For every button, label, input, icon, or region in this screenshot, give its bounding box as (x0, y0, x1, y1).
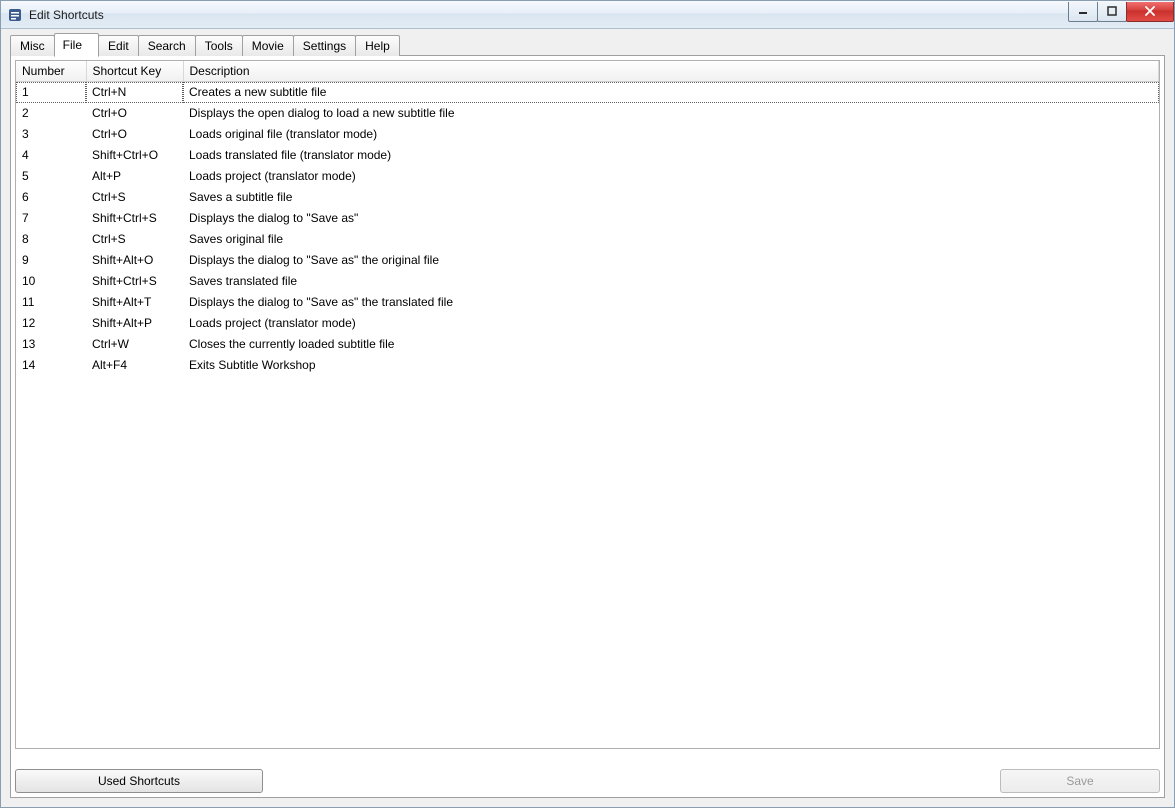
cell-description: Displays the open dialog to load a new s… (183, 103, 1159, 124)
col-header-number[interactable]: Number (16, 61, 86, 82)
close-button[interactable] (1126, 2, 1174, 22)
cell-key: Shift+Alt+O (86, 250, 183, 271)
tab-help[interactable]: Help (355, 35, 400, 56)
cell-key: Alt+P (86, 166, 183, 187)
tab-tools[interactable]: Tools (195, 35, 243, 56)
cell-key: Ctrl+O (86, 124, 183, 145)
table-row[interactable]: 1Ctrl+NCreates a new subtitle file (16, 82, 1159, 103)
tab-search[interactable]: Search (138, 35, 196, 56)
window-control-group (1069, 2, 1174, 22)
cell-number: 1 (16, 82, 86, 103)
window-frame: Edit Shortcuts Misc File Edit Search Too… (0, 0, 1175, 808)
tabstrip: Misc File Edit Search Tools Movie Settin… (10, 33, 1165, 56)
tab-label: Edit (108, 39, 129, 53)
tab-label: Misc (20, 39, 45, 53)
cell-key: Ctrl+N (86, 82, 183, 103)
cell-key: Shift+Alt+P (86, 313, 183, 334)
tab-settings[interactable]: Settings (293, 35, 356, 56)
cell-description: Creates a new subtitle file (183, 82, 1159, 103)
table-row[interactable]: 2Ctrl+ODisplays the open dialog to load … (16, 103, 1159, 124)
cell-description: Exits Subtitle Workshop (183, 355, 1159, 376)
table-header-row[interactable]: Number Shortcut Key Description (16, 61, 1159, 82)
cell-description: Displays the dialog to "Save as" (183, 208, 1159, 229)
minimize-button[interactable] (1068, 2, 1098, 22)
cell-key: Shift+Alt+T (86, 292, 183, 313)
tab-edit[interactable]: Edit (98, 35, 139, 56)
cell-number: 4 (16, 145, 86, 166)
cell-number: 12 (16, 313, 86, 334)
maximize-button[interactable] (1097, 2, 1127, 22)
cell-number: 10 (16, 271, 86, 292)
used-shortcuts-button[interactable]: Used Shortcuts (15, 769, 263, 793)
table-empty-area (16, 376, 1159, 749)
col-header-key[interactable]: Shortcut Key (86, 61, 183, 82)
table-row[interactable]: 4Shift+Ctrl+OLoads translated file (tran… (16, 145, 1159, 166)
button-label: Used Shortcuts (98, 774, 180, 788)
cell-number: 13 (16, 334, 86, 355)
cell-key: Alt+F4 (86, 355, 183, 376)
tab-label: Movie (252, 39, 284, 53)
table-row[interactable]: 10Shift+Ctrl+SSaves translated file (16, 271, 1159, 292)
tab-movie[interactable]: Movie (242, 35, 294, 56)
app-icon (7, 7, 23, 23)
cell-number: 3 (16, 124, 86, 145)
table-row[interactable]: 6Ctrl+SSaves a subtitle file (16, 187, 1159, 208)
col-header-description[interactable]: Description (183, 61, 1159, 82)
save-button[interactable]: Save (1000, 769, 1160, 793)
shortcuts-table-wrap: Number Shortcut Key Description 1Ctrl+NC… (15, 60, 1160, 749)
cell-description: Displays the dialog to "Save as" the tra… (183, 292, 1159, 313)
cell-number: 9 (16, 250, 86, 271)
table-row[interactable]: 14Alt+F4Exits Subtitle Workshop (16, 355, 1159, 376)
cell-description: Closes the currently loaded subtitle fil… (183, 334, 1159, 355)
client-area: Misc File Edit Search Tools Movie Settin… (1, 29, 1174, 807)
tab-label: Help (365, 39, 390, 53)
cell-description: Saves original file (183, 229, 1159, 250)
cell-description: Loads original file (translator mode) (183, 124, 1159, 145)
tab-content: Number Shortcut Key Description 1Ctrl+NC… (10, 55, 1165, 798)
tab-label: Tools (205, 39, 233, 53)
cell-description: Loads translated file (translator mode) (183, 145, 1159, 166)
table-row[interactable]: 12Shift+Alt+PLoads project (translator m… (16, 313, 1159, 334)
titlebar[interactable]: Edit Shortcuts (1, 1, 1174, 29)
cell-key: Ctrl+W (86, 334, 183, 355)
cell-key: Ctrl+O (86, 103, 183, 124)
cell-number: 6 (16, 187, 86, 208)
cell-description: Loads project (translator mode) (183, 166, 1159, 187)
table-row[interactable]: 7Shift+Ctrl+SDisplays the dialog to "Sav… (16, 208, 1159, 229)
cell-description: Displays the dialog to "Save as" the ori… (183, 250, 1159, 271)
tab-misc[interactable]: Misc (10, 35, 55, 56)
cell-number: 8 (16, 229, 86, 250)
table-row[interactable]: 5Alt+PLoads project (translator mode) (16, 166, 1159, 187)
table-row[interactable]: 8Ctrl+SSaves original file (16, 229, 1159, 250)
tab-file[interactable]: File (54, 33, 99, 57)
button-label: Save (1066, 774, 1093, 788)
cell-key: Shift+Ctrl+S (86, 208, 183, 229)
table-row[interactable]: 3Ctrl+OLoads original file (translator m… (16, 124, 1159, 145)
cell-key: Ctrl+S (86, 187, 183, 208)
cell-description: Saves translated file (183, 271, 1159, 292)
cell-key: Ctrl+S (86, 229, 183, 250)
table-row[interactable]: 9Shift+Alt+ODisplays the dialog to "Save… (16, 250, 1159, 271)
cell-number: 14 (16, 355, 86, 376)
table-row[interactable]: 13Ctrl+WCloses the currently loaded subt… (16, 334, 1159, 355)
cell-key: Shift+Ctrl+O (86, 145, 183, 166)
window-title: Edit Shortcuts (29, 8, 1069, 22)
footer-buttons: Used Shortcuts Save (15, 769, 1160, 793)
cell-number: 5 (16, 166, 86, 187)
tab-label: Search (148, 39, 186, 53)
table-row[interactable]: 11Shift+Alt+TDisplays the dialog to "Sav… (16, 292, 1159, 313)
shortcuts-table[interactable]: Number Shortcut Key Description 1Ctrl+NC… (16, 61, 1159, 376)
cell-description: Loads project (translator mode) (183, 313, 1159, 334)
cell-key: Shift+Ctrl+S (86, 271, 183, 292)
cell-number: 7 (16, 208, 86, 229)
cell-description: Saves a subtitle file (183, 187, 1159, 208)
tab-label: Settings (303, 39, 346, 53)
tab-label: File (63, 38, 82, 52)
cell-number: 11 (16, 292, 86, 313)
cell-number: 2 (16, 103, 86, 124)
